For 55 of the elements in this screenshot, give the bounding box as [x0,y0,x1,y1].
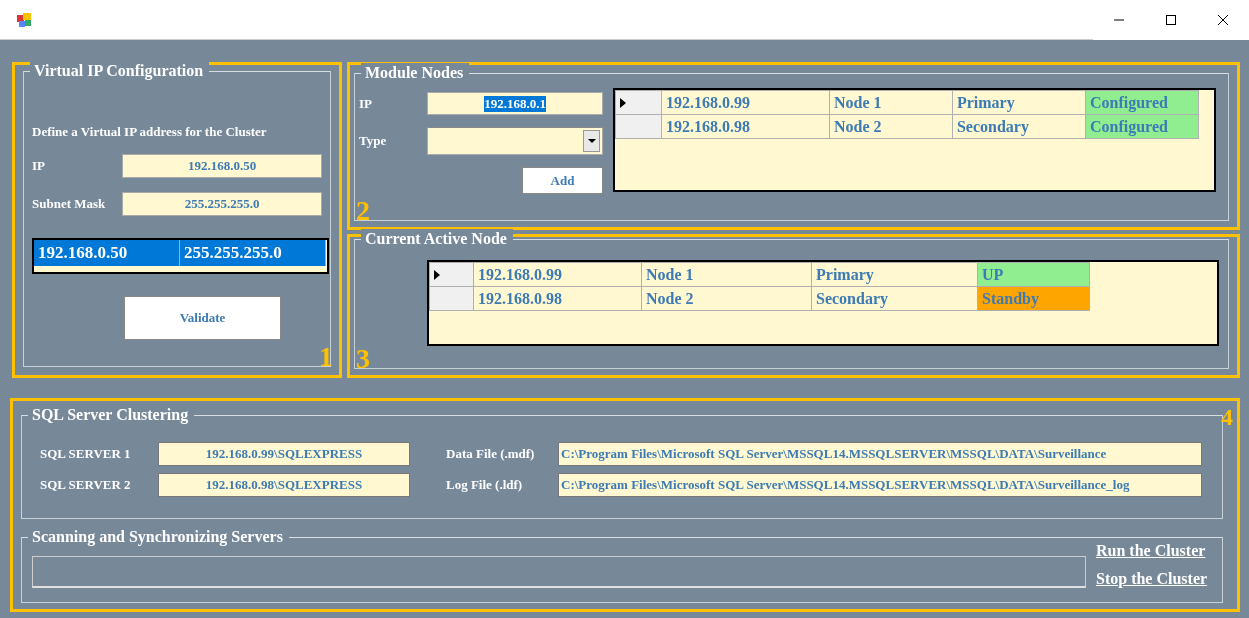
section-number: 3 [356,345,370,373]
table-cell: Node 1 [829,90,953,115]
table-cell: 192.168.0.99 [661,90,830,115]
section-number: 1 [319,343,333,371]
type-dropdown[interactable] [427,127,603,155]
subnet-mask-field[interactable]: 255.255.255.0 [122,192,322,216]
table-cell: Node 2 [829,114,953,139]
file-path-field[interactable]: C:\Program Files\Microsoft SQL Server\MSSQL14.MSSQLSERVER\MSSQL\DATA\Surveillance_log [558,473,1202,497]
add-button[interactable]: Add [521,167,603,194]
description-text: Define a Virtual IP address for the Cluster [32,124,268,140]
table-cell: 192.168.0.98 [661,114,830,139]
table-cell: Secondary [811,286,978,311]
ip-label: IP [359,95,373,112]
run-cluster-link[interactable]: Run the Cluster [1096,542,1208,560]
table-cell: 192.168.0.98 [473,286,642,311]
data-grid[interactable]: 192.168.0.99 Node 1 Primary UP 192.168.0.98 Node 2 Secondary Standby [427,260,1219,346]
table-cell: Node 2 [641,286,812,311]
server-label: SQL SERVER 2 [40,477,132,493]
server-field[interactable]: 192.168.0.99\SQLEXPRESS [158,442,410,466]
maximize-icon [1165,13,1177,26]
row-header [615,114,662,139]
file-path-field[interactable]: C:\Program Files\Microsoft SQL Server\MSSQL14.MSSQLSERVER\MSSQL\DATA\Surveillance [558,442,1202,466]
stop-cluster-link[interactable]: Stop the Cluster [1096,570,1208,588]
close-icon [1217,13,1229,26]
table-cell: Standby [977,286,1090,311]
server-label: SQL SERVER 1 [40,446,132,462]
table-cell: UP [977,262,1090,287]
data-grid[interactable]: 192.168.0.99 Node 1 Primary Configured 192.168.0.98 Node 2 Secondary Configured [612,88,1216,192]
app-icon [16,11,32,28]
group-title: Scanning and Synchronizing Servers [28,527,289,547]
group-title: SQL Server Clustering [28,405,195,425]
data-grid[interactable]: 192.168.0.50 255.255.255.0 [32,238,329,274]
table-cell: Node 1 [641,262,812,287]
ip-field[interactable]: 192.168.0.50 [122,154,322,178]
section-number: 2 [356,197,370,225]
validate-button[interactable]: Validate [124,296,281,340]
table-cell: Primary [811,262,978,287]
file-label: Data File (.mdf) [445,446,536,462]
section-number: 4 [1221,403,1233,431]
ip-label: IP [32,158,46,174]
table-cell: Secondary [952,114,1086,139]
table-cell: Configured [1085,90,1199,115]
table-cell: 192.168.0.99 [473,262,642,287]
dropdown-arrow-icon [587,139,596,143]
table-cell: Configured [1085,114,1199,139]
server-field[interactable]: 192.168.0.98\SQLEXPRESS [158,473,410,497]
group-title: Virtual IP Configuration [30,61,210,81]
type-label: Type [359,133,388,149]
subnet-mask-label: Subnet Mask [32,196,107,212]
ip-field[interactable]: 192.168.0.1 [427,92,603,115]
file-label: Log File (.ldf) [445,477,524,493]
table-cell: Primary [952,90,1086,115]
row-header [429,286,474,311]
table-cell: 192.168.0.50 [34,240,180,266]
table-cell: 255.255.255.0 [180,240,326,266]
